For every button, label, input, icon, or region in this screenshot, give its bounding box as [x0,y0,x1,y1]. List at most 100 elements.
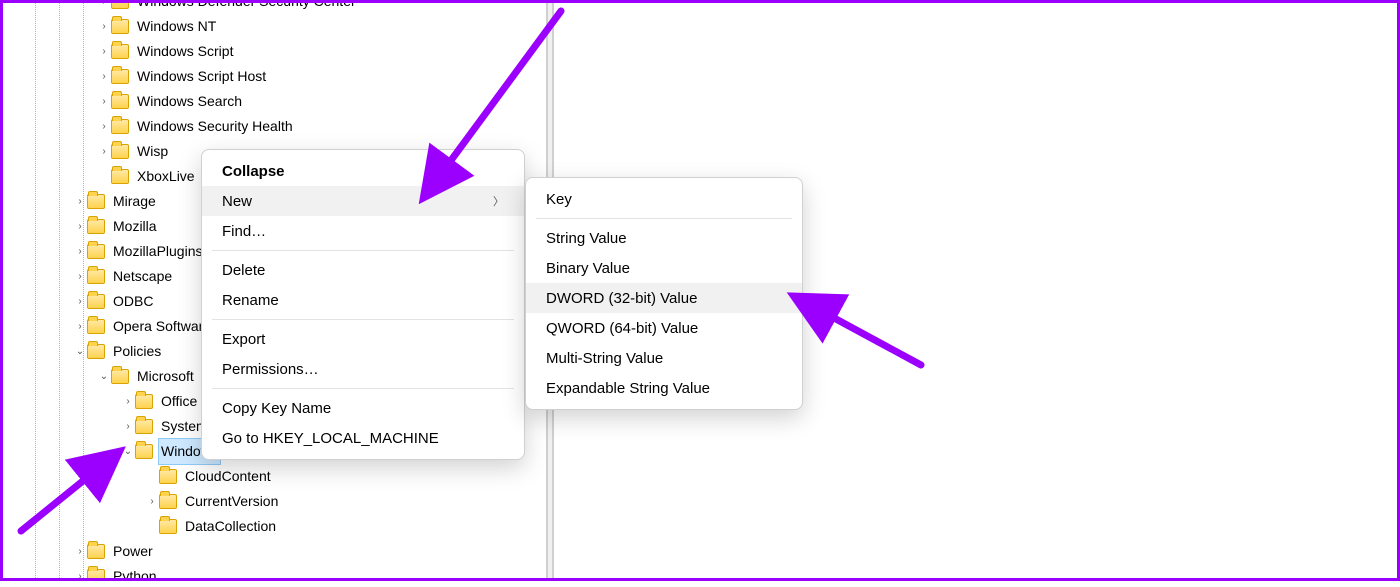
menu-find[interactable]: Find… [202,216,524,246]
folder-icon [159,469,177,484]
folder-icon [111,19,129,34]
context-submenu-new: Key String Value Binary Value DWORD (32-… [525,177,803,410]
menu-export[interactable]: Export [202,324,524,354]
context-menu: Collapse New 〉 Find… Delete Rename Expor… [201,149,525,460]
folder-icon [111,69,129,84]
tree-item-label: Power [111,539,155,564]
tree-item-label: CurrentVersion [183,489,280,514]
tree-item[interactable]: › Windows Script [3,39,546,64]
tree-item-label: DataCollection [183,514,278,539]
chevron-right-icon[interactable]: › [121,389,135,414]
folder-icon [111,144,129,159]
folder-icon [87,219,105,234]
menu-separator [212,388,514,389]
folder-icon [135,394,153,409]
menu-new-multistring[interactable]: Multi-String Value [526,343,802,373]
menu-permissions[interactable]: Permissions… [202,354,524,384]
folder-icon [87,244,105,259]
chevron-right-icon[interactable]: › [97,114,111,139]
chevron-right-icon[interactable]: › [73,564,87,578]
chevron-right-icon[interactable]: › [97,14,111,39]
folder-icon [135,444,153,459]
tree-item-label: Mozilla [111,214,159,239]
tree-item[interactable]: CloudContent [3,464,546,489]
tree-item-label: Wisp [135,139,170,164]
tree-item-label: Python [111,564,159,578]
tree-item[interactable]: DataCollection [3,514,546,539]
chevron-right-icon[interactable]: › [73,214,87,239]
menu-new-qword64[interactable]: QWORD (64-bit) Value [526,313,802,343]
menu-separator [212,319,514,320]
menu-delete[interactable]: Delete [202,255,524,285]
tree-item[interactable]: › Power [3,539,546,564]
tree-item-label: XboxLive [135,164,197,189]
chevron-right-icon[interactable]: › [73,314,87,339]
menu-go-to-hklm[interactable]: Go to HKEY_LOCAL_MACHINE [202,423,524,453]
tree-item-label: Windows Search [135,89,244,114]
chevron-right-icon[interactable]: › [73,539,87,564]
chevron-right-icon[interactable]: › [73,189,87,214]
tree-item-label: CloudContent [183,464,273,489]
tree-item[interactable]: › Python [3,564,546,578]
menu-separator [212,250,514,251]
tree-item-label: Windows Defender Security Center [135,3,358,14]
folder-icon [87,319,105,334]
tree-item-label: Windows Script Host [135,64,268,89]
tree-item[interactable]: › Windows Search [3,89,546,114]
folder-icon [135,419,153,434]
menu-new-string[interactable]: String Value [526,223,802,253]
menu-new-key[interactable]: Key [526,184,802,214]
tree-item-label: Netscape [111,264,174,289]
tree-item[interactable]: › Windows Script Host [3,64,546,89]
chevron-right-icon[interactable]: › [73,239,87,264]
tree-item-label: Windows NT [135,14,218,39]
menu-new-expandstring[interactable]: Expandable String Value [526,373,802,403]
menu-new-dword32[interactable]: DWORD (32-bit) Value [526,283,802,313]
tree-item[interactable]: › Windows Security Health [3,114,546,139]
tree-item-label: Microsoft [135,364,196,389]
folder-icon [87,294,105,309]
tree-item[interactable]: › Windows NT [3,14,546,39]
tree-item-label: Windows Script [135,39,235,64]
menu-collapse[interactable]: Collapse [202,156,524,186]
chevron-right-icon[interactable]: › [121,414,135,439]
menu-new-binary[interactable]: Binary Value [526,253,802,283]
chevron-right-icon[interactable]: › [97,3,111,14]
chevron-right-icon[interactable]: › [97,39,111,64]
tree-item-label: ODBC [111,289,155,314]
menu-rename[interactable]: Rename [202,285,524,315]
folder-icon [111,44,129,59]
tree-item[interactable]: › Windows Defender Security Center [3,3,546,14]
chevron-right-icon[interactable]: › [145,489,159,514]
menu-new[interactable]: New 〉 [202,186,524,216]
folder-icon [87,569,105,578]
chevron-right-icon[interactable]: › [97,64,111,89]
menu-separator [536,218,792,219]
chevron-right-icon[interactable]: › [73,289,87,314]
tree-item-label: Mirage [111,189,158,214]
chevron-down-icon[interactable]: ⌄ [73,339,87,364]
folder-icon [111,94,129,109]
chevron-down-icon[interactable]: ⌄ [97,364,111,389]
folder-icon [111,369,129,384]
folder-icon [111,119,129,134]
tree-item-label: MozillaPlugins [111,239,204,264]
folder-icon [87,194,105,209]
folder-icon [111,169,129,184]
tree-item-label: Office [159,389,199,414]
tree-item-label: Windows Security Health [135,114,295,139]
folder-icon [111,3,129,9]
folder-icon [87,544,105,559]
chevron-down-icon[interactable]: ⌄ [121,439,135,464]
folder-icon [87,269,105,284]
chevron-right-icon[interactable]: › [97,139,111,164]
chevron-right-icon[interactable]: › [73,264,87,289]
tree-item[interactable]: › CurrentVersion [3,489,546,514]
menu-copy-key-name[interactable]: Copy Key Name [202,393,524,423]
chevron-right-icon[interactable]: › [97,89,111,114]
folder-icon [87,344,105,359]
tree-item-label: Opera Software [111,314,213,339]
folder-icon [159,494,177,509]
folder-icon [159,519,177,534]
tree-item-label: Policies [111,339,163,364]
